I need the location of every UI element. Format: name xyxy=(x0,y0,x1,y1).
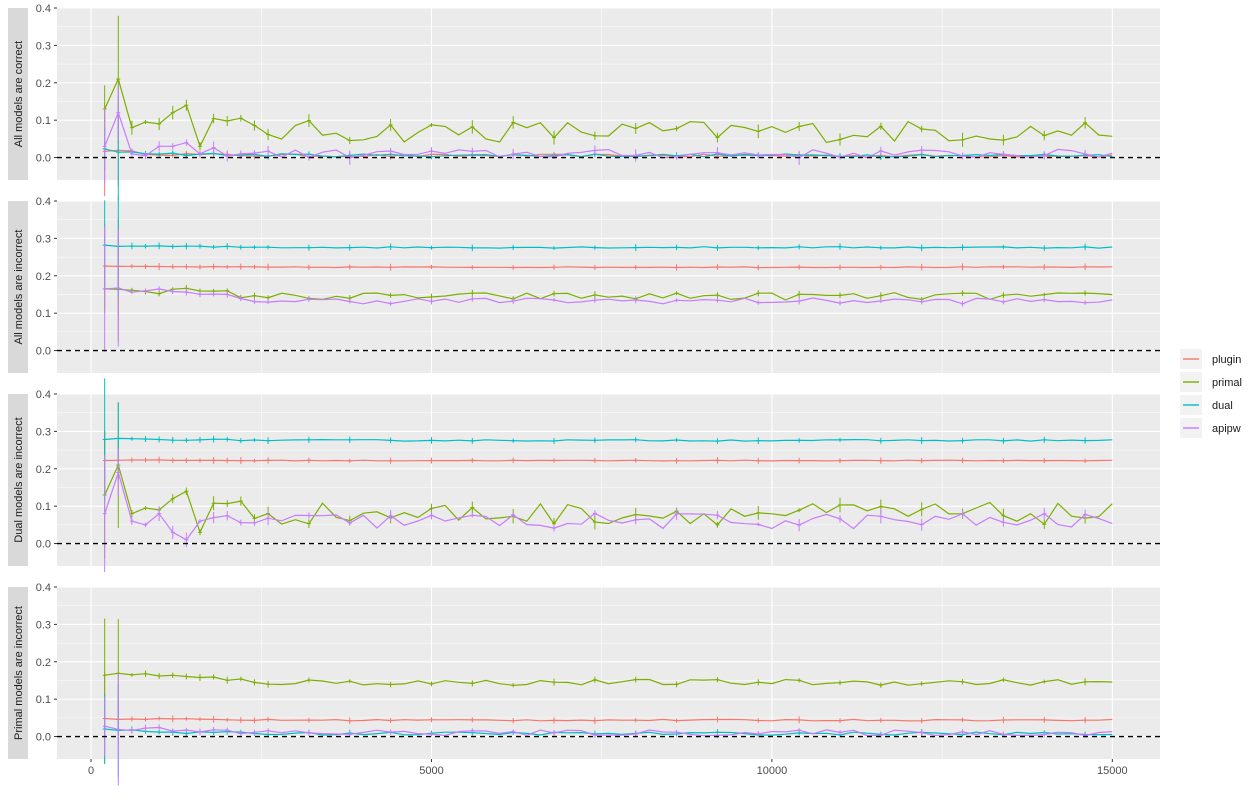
y-tick-label: 0.2 xyxy=(36,78,51,90)
x-tick-label: 0 xyxy=(88,765,94,777)
y-tick-label: 0.3 xyxy=(36,619,51,631)
legend-label-apipw: apipw xyxy=(1212,423,1241,435)
panel-background xyxy=(57,394,1160,566)
x-tick-label: 5000 xyxy=(419,765,443,777)
y-tick-label: 0.1 xyxy=(36,694,51,706)
panel-background xyxy=(57,201,1160,373)
y-tick-label: 0.0 xyxy=(36,732,51,744)
legend: plugin primal dual apipw xyxy=(1180,349,1242,438)
facet-strip-label: All models are correct xyxy=(13,41,25,147)
y-tick-label: 0.0 xyxy=(36,539,51,551)
y-tick-label: 0.2 xyxy=(36,271,51,283)
y-tick-label: 0.4 xyxy=(36,389,51,401)
legend-label-plugin: plugin xyxy=(1212,354,1241,366)
y-tick-label: 0.3 xyxy=(36,426,51,438)
legend-label-primal: primal xyxy=(1212,377,1242,389)
x-tick-label: 10000 xyxy=(757,765,788,777)
y-tick-label: 0.2 xyxy=(36,464,51,476)
facet-strip-label: Primal models are incorrect xyxy=(13,606,25,740)
x-tick-label: 15000 xyxy=(1097,765,1128,777)
y-tick-label: 0.0 xyxy=(36,153,51,165)
y-tick-label: 0.1 xyxy=(36,115,51,127)
y-tick-label: 0.3 xyxy=(36,233,51,245)
legend-label-dual: dual xyxy=(1212,400,1233,412)
y-tick-label: 0.1 xyxy=(36,501,51,513)
y-tick-label: 0.3 xyxy=(36,40,51,52)
panel-3: 0.0 0.1 0.2 0.3 0.4 Dual models are incorrect xyxy=(8,378,1160,573)
faceted-line-chart: 0.00.10.20.30.4All models are correct0.0… xyxy=(8,3,1242,786)
y-tick-label: 0.4 xyxy=(36,196,51,208)
y-tick-label: 0.0 xyxy=(36,346,51,358)
panel-1: 0.0 0.1 0.2 0.3 0.4 All models are correct xyxy=(8,3,1160,210)
facet-strip-label: All models are incorrect xyxy=(13,230,25,345)
facet-strip-label: Dual models are incorrect xyxy=(13,417,25,542)
y-tick-label: 0.2 xyxy=(36,657,51,669)
panel-2: 0.0 0.1 0.2 0.3 0.4 All models are incorrect xyxy=(8,196,1160,373)
y-tick-label: 0.4 xyxy=(36,3,51,15)
panel-4: 0.0 0.1 0.2 0.3 0.4 Primal models are incorre… xyxy=(8,582,1160,786)
y-tick-label: 0.4 xyxy=(36,582,51,594)
y-tick-label: 0.1 xyxy=(36,308,51,320)
